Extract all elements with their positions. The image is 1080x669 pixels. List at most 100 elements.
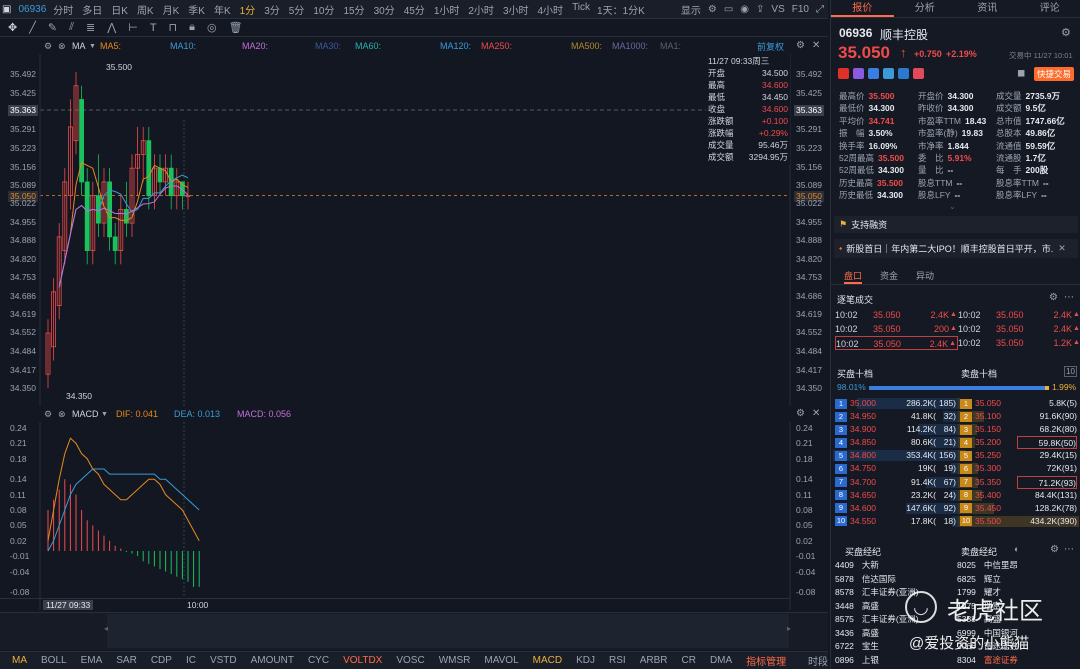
bid-level[interactable]: 6 34.750 19K(19) <box>833 462 958 475</box>
period-0[interactable]: 分时 <box>53 2 73 17</box>
bid-level[interactable]: 2 34.950 41.8K(32) <box>833 410 958 423</box>
period-1[interactable]: 多日 <box>82 2 102 17</box>
ask-level[interactable]: 8 35.400 84.4K(131) <box>958 489 1079 502</box>
chart-settings-icon[interactable]: ⚙ <box>796 40 805 51</box>
bid-level[interactable]: 4 34.850 80.6K(21) <box>833 436 958 449</box>
adjust-select[interactable]: 前复权 <box>757 40 784 53</box>
f10-button[interactable]: F10 <box>792 4 809 15</box>
period-9[interactable]: 5分 <box>289 2 305 17</box>
macd-settings-icon[interactable]: ⚙ <box>796 408 805 419</box>
alarm-icon[interactable]: ◼ <box>1017 68 1025 79</box>
indicator-15[interactable]: RSI <box>609 655 626 666</box>
ticks-settings-icon[interactable]: ⚙ <box>1049 292 1058 303</box>
quote-tab-2[interactable]: 资讯 <box>956 0 1019 17</box>
period-13[interactable]: 45分 <box>404 2 425 17</box>
heart-icon[interactable] <box>913 68 924 79</box>
panel-settings-icon[interactable]: ⚙ <box>1061 26 1071 39</box>
period-3[interactable]: 周K <box>137 2 154 17</box>
settings-icon[interactable]: ⚙ <box>708 4 717 15</box>
indicator-11[interactable]: WMSR <box>439 655 471 666</box>
indicator-8[interactable]: CYC <box>308 655 329 666</box>
quote-tab-1[interactable]: 分析 <box>894 0 957 17</box>
display-menu[interactable]: 显示 <box>681 2 701 17</box>
ask-level[interactable]: 1 35.050 5.8K(5) <box>958 397 1079 410</box>
period-4[interactable]: 月K <box>163 2 180 17</box>
indicator-17[interactable]: CR <box>681 655 695 666</box>
symbol-code[interactable]: 06936 <box>18 4 46 15</box>
quote-tab-0[interactable]: 报价 <box>831 0 894 17</box>
macd-chart[interactable] <box>0 422 828 610</box>
indicator-16[interactable]: ARBR <box>640 655 668 666</box>
indicator-1[interactable]: BOLL <box>41 655 67 666</box>
collapse-icon[interactable]: ⌄ <box>949 202 956 211</box>
magnet-icon[interactable]: ⊓ <box>169 21 178 34</box>
indicator-4[interactable]: CDP <box>151 655 172 666</box>
vs-button[interactable]: VS <box>771 4 784 15</box>
bid-level[interactable]: 1 35.000 286.2K(185) <box>833 397 958 410</box>
channel-icon[interactable]: ⫽ <box>69 21 74 34</box>
indicator-10[interactable]: VOSC <box>396 655 424 666</box>
menu-icon[interactable]: ▣ <box>2 4 11 15</box>
ask-level[interactable]: 4 35.200 59.8K(50) <box>958 436 1079 450</box>
period-11[interactable]: 15分 <box>343 2 364 17</box>
period-16[interactable]: 3小时 <box>503 2 529 17</box>
news-row[interactable]: ⬩ 新股首日｜年内第二大IPO！顺丰控股首日平开，市... ✕ <box>834 239 1078 258</box>
navigator-left-handle-icon[interactable]: ◂ <box>104 624 108 633</box>
dropdown-icon[interactable]: ▼ <box>89 43 96 50</box>
bid-level[interactable]: 10 34.550 17.8K(18) <box>833 515 958 528</box>
sub-tab-2[interactable]: 异动 <box>916 268 934 284</box>
dropdown-icon[interactable]: ▼ <box>101 411 108 418</box>
bid-broker[interactable]: 4409 大新 <box>831 559 953 573</box>
margin-row[interactable]: ⚑ 支持融资 <box>834 216 1078 233</box>
period-5[interactable]: 季K <box>188 2 205 17</box>
ask-level[interactable]: 9 35.450 128.2K(78) <box>958 502 1079 515</box>
fibonacci-icon[interactable]: ≣ <box>86 21 95 34</box>
ask-level[interactable]: 5 35.250 29.4K(15) <box>958 449 1079 462</box>
news-close-icon[interactable]: ✕ <box>1058 243 1066 254</box>
price-chart[interactable] <box>0 54 828 406</box>
lock-icon[interactable]: 🔒︎ <box>189 21 195 34</box>
indicator-5[interactable]: IC <box>186 655 196 666</box>
ticks-more-icon[interactable]: ⋯ <box>1064 292 1074 303</box>
indicator-13[interactable]: MACD <box>533 655 562 666</box>
fullscreen-icon[interactable]: ⤢ <box>816 4 824 15</box>
navigator-right-handle-icon[interactable]: ▸ <box>787 624 791 633</box>
quote-tab-3[interactable]: 评论 <box>1019 0 1080 17</box>
indicator-6[interactable]: VSTD <box>210 655 237 666</box>
ask-level[interactable]: 10 35.500 434.2K(390) <box>958 515 1079 528</box>
ask-level[interactable]: 2 35.100 91.6K(90) <box>958 410 1079 423</box>
bid-broker[interactable]: 5878 信达国际 <box>831 573 953 587</box>
indicator-19[interactable]: 指标管理 <box>746 653 786 668</box>
chart-close-icon[interactable]: ✕ <box>812 40 820 51</box>
eye-icon[interactable]: ◎ <box>207 21 217 34</box>
pattern-icon[interactable]: ⋀ <box>107 21 116 34</box>
bid-level[interactable]: 8 34.650 23.2K(24) <box>833 489 958 502</box>
depth-toggle-icon[interactable]: 10 <box>1064 366 1077 377</box>
settings-icon[interactable]: ⚙ <box>44 409 52 420</box>
indicator-7[interactable]: AMOUNT <box>251 655 294 666</box>
pen-icon[interactable]: ✎ <box>48 21 57 34</box>
settings-icon[interactable]: ⚙ <box>44 41 52 52</box>
indicator-9[interactable]: VOLTDX <box>343 655 382 666</box>
indicator-12[interactable]: MAVOL <box>484 655 518 666</box>
bid-level[interactable]: 7 34.700 91.4K(67) <box>833 476 958 489</box>
broker-user-icon[interactable]: ◐ <box>1014 544 1019 554</box>
indicator-2[interactable]: EMA <box>81 655 103 666</box>
macd-close-icon[interactable]: ✕ <box>812 408 820 419</box>
ask-level[interactable]: 6 35.300 72K(91) <box>958 462 1079 475</box>
crosshair-icon[interactable]: ✥ <box>8 21 17 34</box>
trend-line-icon[interactable]: ╱ <box>29 21 36 34</box>
quick-trade-button[interactable]: 快捷交易 <box>1034 67 1075 81</box>
sub-tab-1[interactable]: 资金 <box>880 268 898 284</box>
period-10[interactable]: 10分 <box>313 2 334 17</box>
close-icon[interactable]: ⊗ <box>58 41 66 52</box>
measure-icon[interactable]: ⊢ <box>128 21 138 34</box>
indicator-14[interactable]: KDJ <box>576 655 595 666</box>
share-icon[interactable]: ⇪ <box>756 4 764 15</box>
compare-select[interactable]: 1天：1分K <box>597 2 645 17</box>
indicator-3[interactable]: SAR <box>116 655 137 666</box>
broker-more-icon[interactable]: ⋯ <box>1064 544 1074 555</box>
ma-label[interactable]: MA <box>72 41 86 51</box>
period-2[interactable]: 日K <box>111 2 128 17</box>
ask-level[interactable]: 7 35.350 71.2K(93) <box>958 475 1079 489</box>
